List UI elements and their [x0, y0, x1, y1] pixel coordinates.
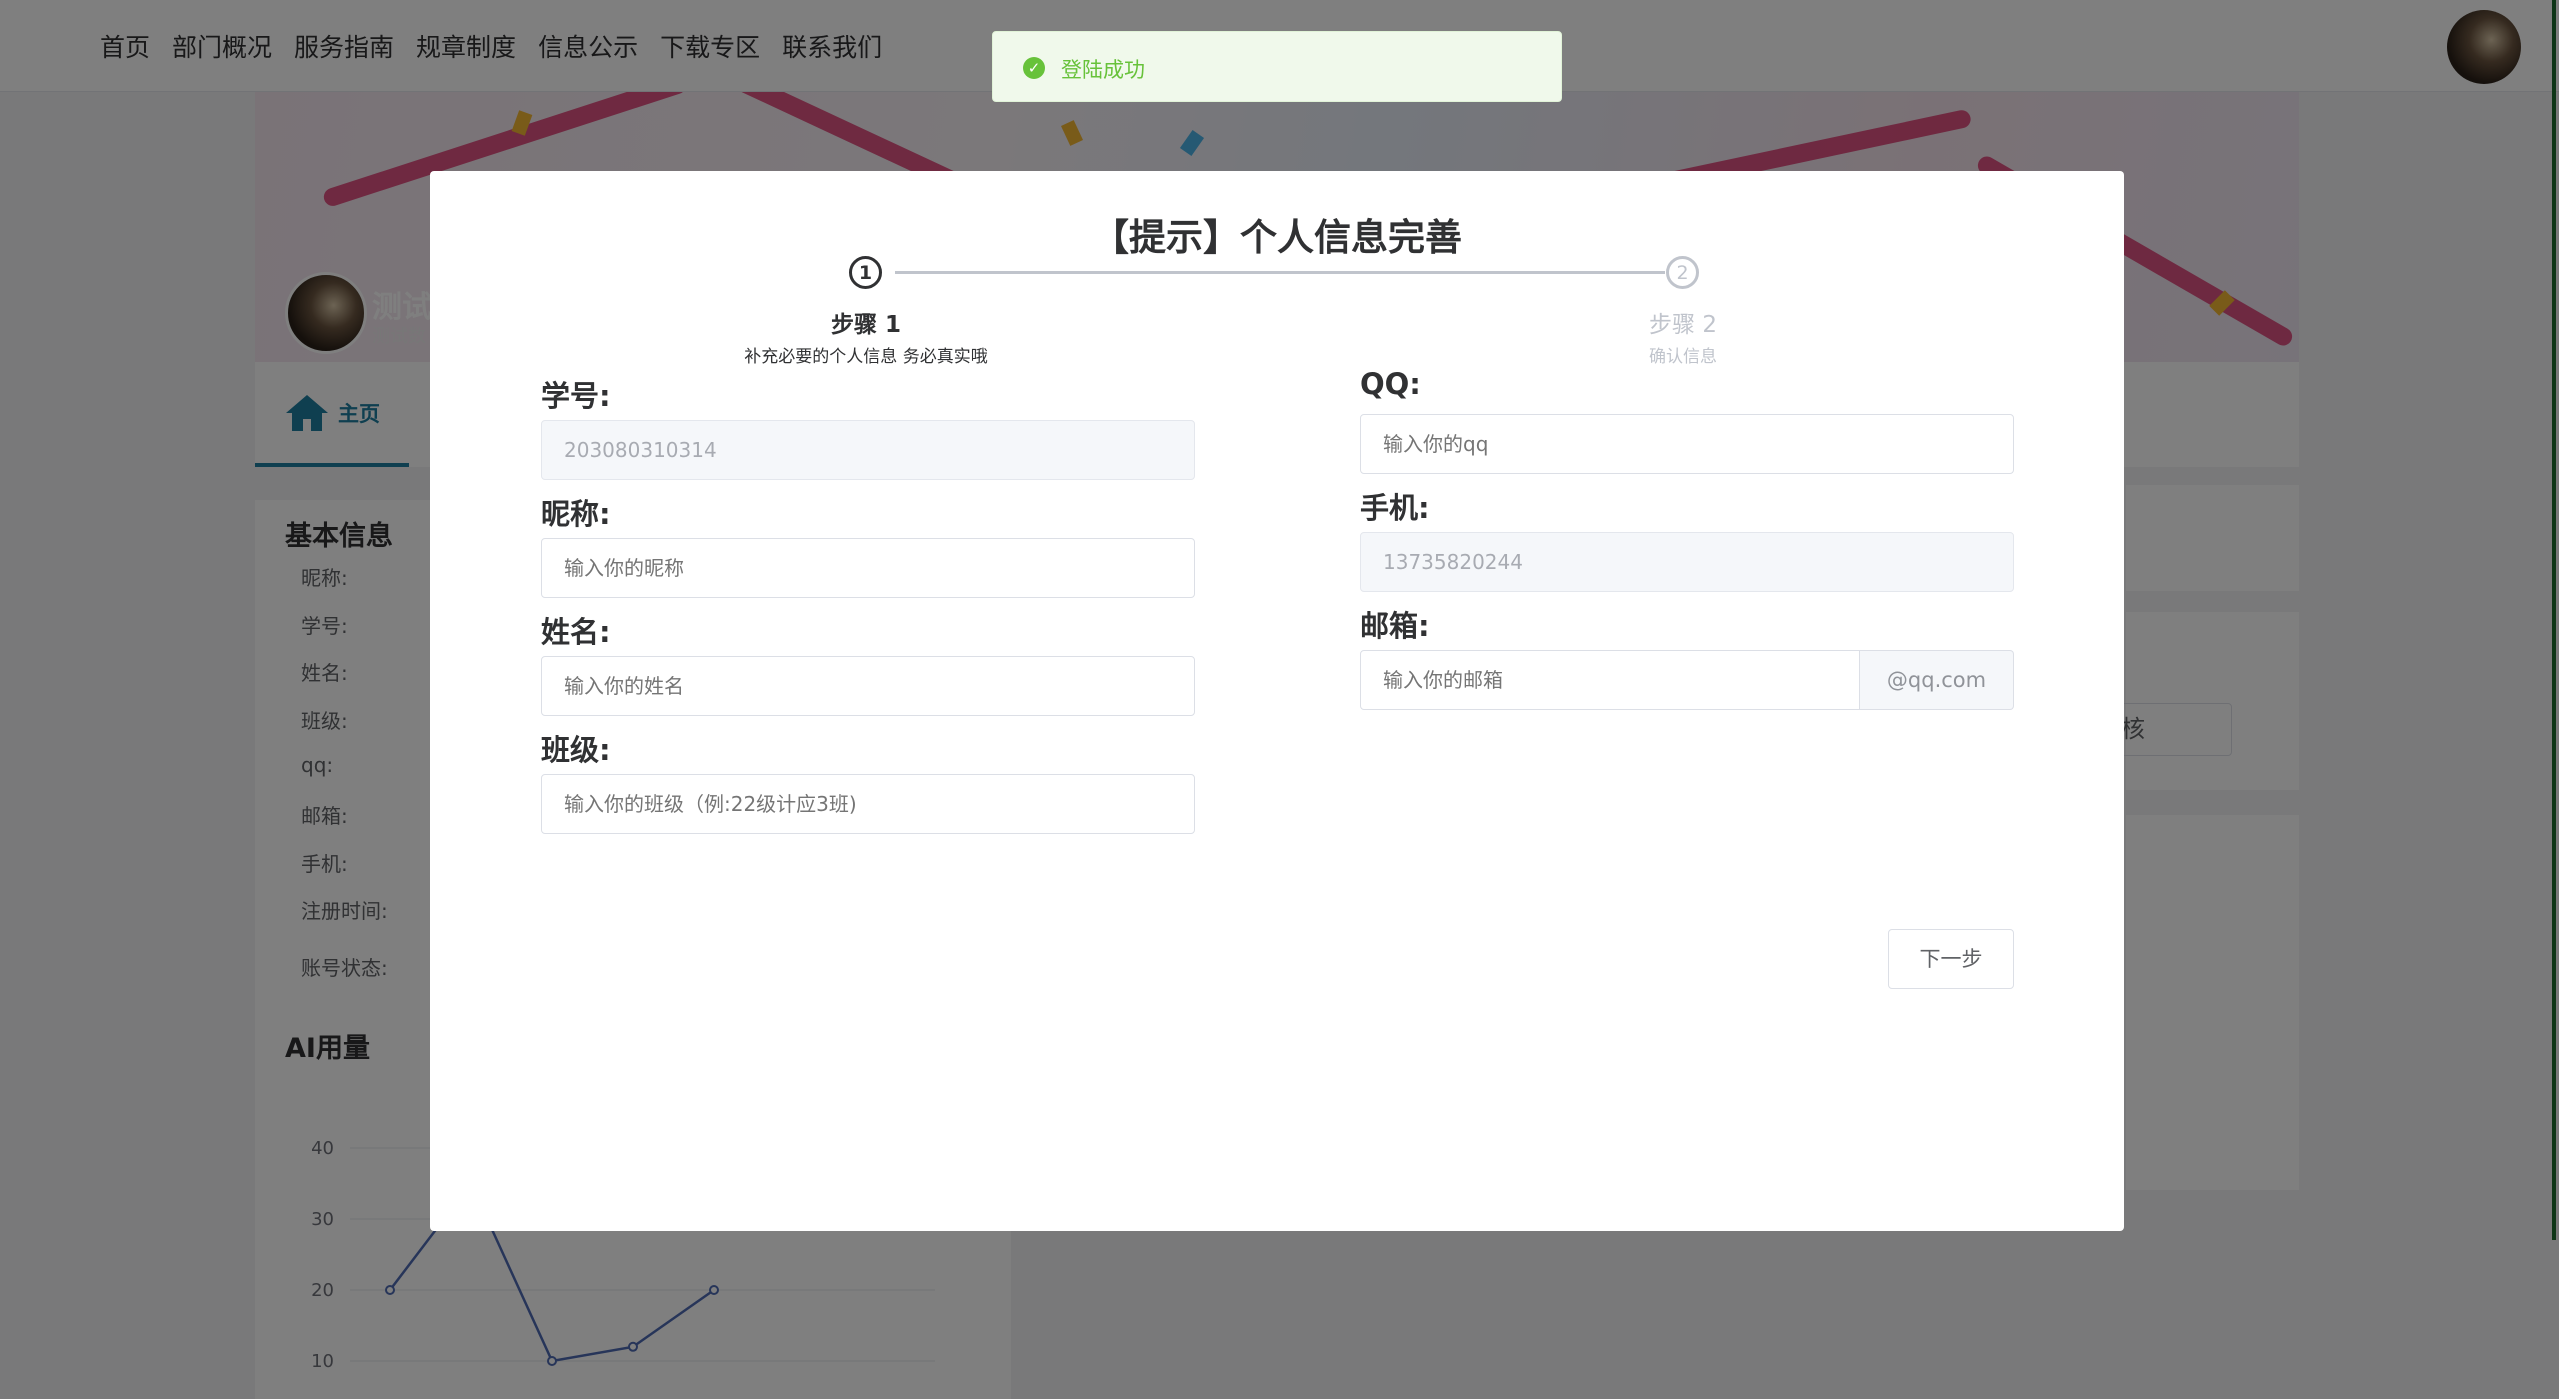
next-step-button[interactable]: 下一步 — [1888, 929, 2014, 989]
email-label: 邮箱: — [1360, 609, 1430, 643]
toast-message: 登陆成功 — [1061, 58, 1145, 82]
steps-connector — [895, 271, 1665, 274]
nickname-input[interactable] — [541, 538, 1195, 598]
class-label: 班级: — [541, 733, 611, 767]
name-input[interactable] — [541, 656, 1195, 716]
student-id-label: 学号: — [541, 379, 611, 413]
check-circle-icon: ✓ — [1023, 57, 1045, 79]
step-2-description: 确认信息 — [1649, 347, 1717, 367]
step-1-description: 补充必要的个人信息 务必真实哦 — [744, 347, 988, 367]
email-input[interactable] — [1360, 650, 1860, 710]
student-id-input — [541, 420, 1195, 480]
phone-label: 手机: — [1360, 491, 1430, 525]
step-1-title: 步骤 1 — [830, 312, 901, 338]
class-input[interactable] — [541, 774, 1195, 834]
nickname-label: 昵称: — [541, 497, 611, 531]
success-toast: ✓ 登陆成功 — [992, 31, 1562, 102]
profile-completion-dialog: 【提示】个人信息完善 1 2 步骤 1 补充必要的个人信息 务必真实哦 步骤 2… — [430, 171, 2124, 1231]
qq-label: QQ: — [1360, 367, 1421, 401]
name-label: 姓名: — [541, 615, 611, 649]
qq-input[interactable] — [1360, 414, 2014, 474]
phone-input — [1360, 532, 2014, 592]
step-2-circle: 2 — [1666, 256, 1699, 289]
dialog-title: 【提示】个人信息完善 — [1092, 216, 1462, 259]
step-2-title: 步骤 2 — [1649, 312, 1717, 338]
email-suffix: @qq.com — [1860, 650, 2014, 710]
step-1-circle: 1 — [849, 256, 882, 289]
